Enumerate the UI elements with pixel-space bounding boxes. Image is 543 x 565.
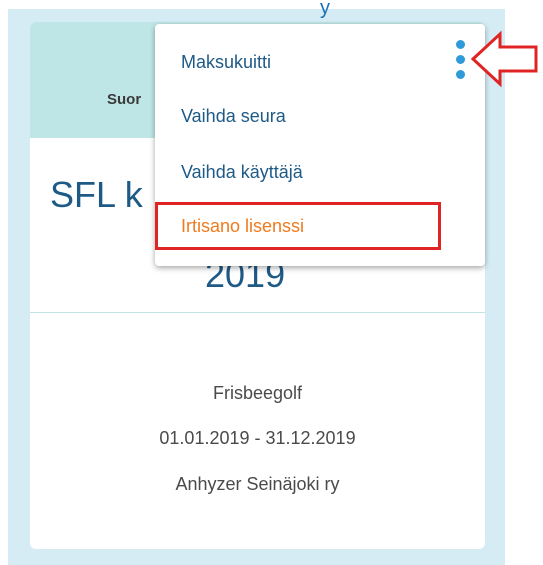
license-title: SFL k: [50, 174, 143, 215]
menu-item-vaihda-kayttaja[interactable]: Vaihda käyttäjä: [181, 162, 303, 183]
arrow-left-icon: [470, 30, 538, 88]
kebab-vertical-icon[interactable]: [455, 40, 467, 82]
highlight-annotation-box: [155, 202, 441, 250]
card-divider: [30, 312, 485, 313]
cutoff-text: y: [320, 0, 330, 19]
validity-text: 01.01.2019 - 31.12.2019: [159, 428, 356, 448]
menu-item-maksukuitti[interactable]: Maksukuitti: [181, 52, 271, 73]
sport-text: Frisbeegolf: [212, 383, 303, 403]
menu-item-vaihda-seura[interactable]: Vaihda seura: [181, 106, 286, 127]
club-text: Anhyzer Seinäjoki ry: [175, 474, 340, 494]
card-header-label: Suor: [107, 91, 142, 108]
